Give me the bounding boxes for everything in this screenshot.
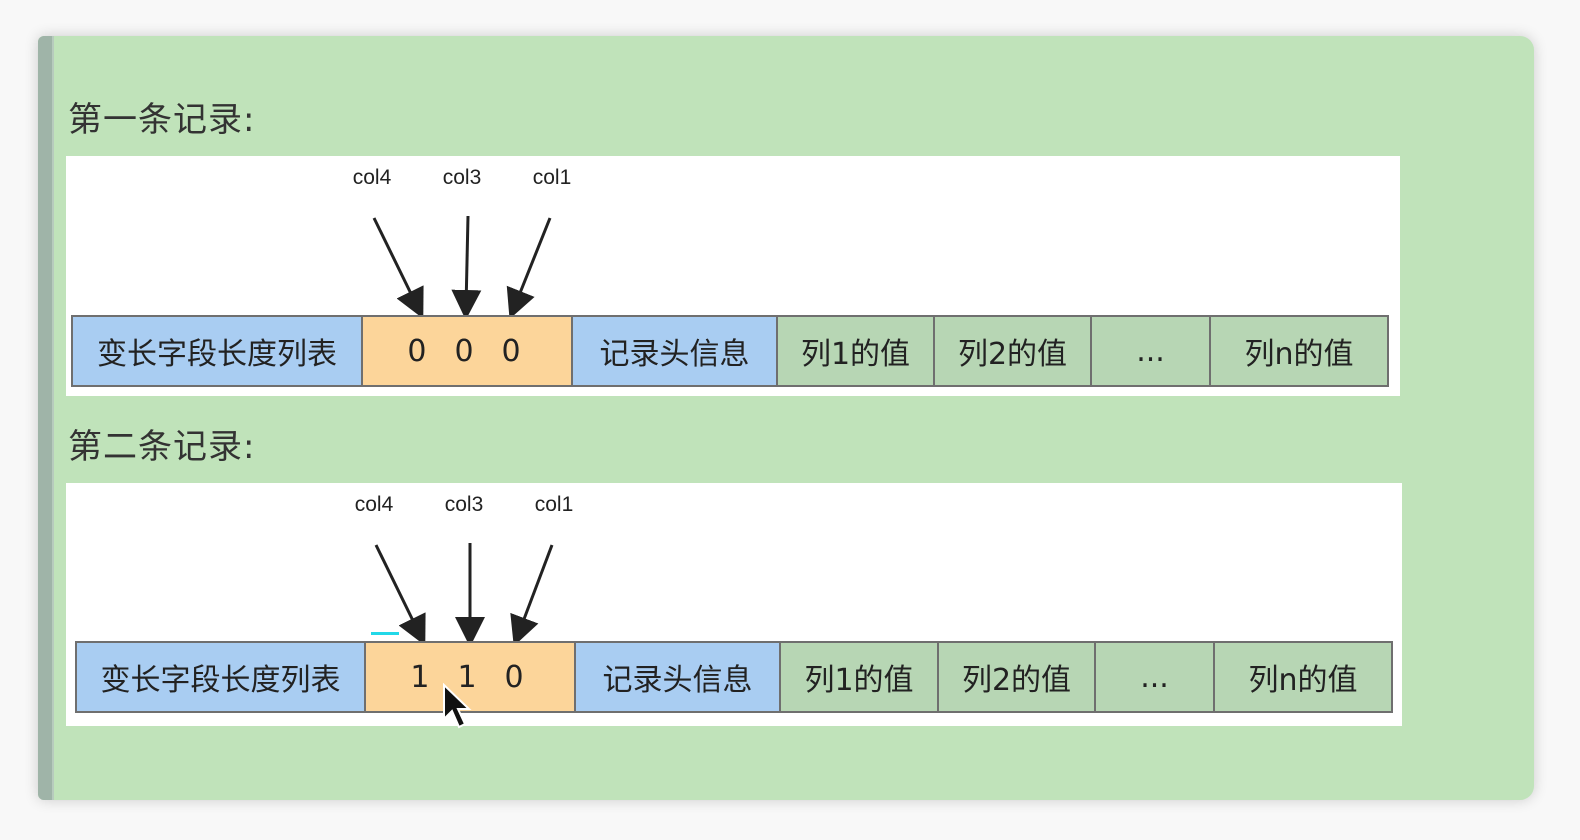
null-flag-col4: 0 — [407, 333, 433, 369]
coln-value-cell: 列n的值 — [1211, 317, 1387, 385]
arrow-col4 — [374, 544, 426, 646]
slide-panel: 第一条记录: col4 col3 col1 变长字段长度列表 0 0 0 记录头… — [38, 36, 1534, 800]
record-header-cell: 记录头信息 — [576, 643, 781, 711]
screenshot-page: 第一条记录: col4 col3 col1 变长字段长度列表 0 0 0 记录头… — [0, 0, 1580, 840]
null-flags-cell: 0 0 0 — [363, 317, 573, 385]
var-length-list-cell: 变长字段长度列表 — [73, 317, 363, 385]
col2-value-cell: 列2的值 — [935, 317, 1092, 385]
var-length-list-cell: 变长字段长度列表 — [77, 643, 366, 711]
ellipsis-cell: ... — [1092, 317, 1211, 385]
arrow-col1 — [506, 217, 552, 320]
coln-value-cell: 列n的值 — [1215, 643, 1391, 711]
col1-value-cell: 列1的值 — [781, 643, 939, 711]
record-header-cell: 记录头信息 — [573, 317, 778, 385]
record-2-row: 变长字段长度列表 1 1 0 记录头信息 列1的值 列2的值 ... 列n的值 — [75, 641, 1393, 713]
record-2-diagram: col4 col3 col1 变长字段长度列表 1 1 0 记录头信息 列1的值… — [66, 483, 1402, 729]
record-1-diagram: col4 col3 col1 变长字段长度列表 0 0 0 记录头信息 列1的值… — [66, 156, 1400, 396]
arrow-col4 — [372, 217, 424, 319]
ellipsis-cell: ... — [1096, 643, 1215, 711]
record-1-heading: 第一条记录: — [68, 100, 256, 140]
null-flag-col1: 0 — [501, 333, 527, 369]
col1-value-cell: 列1的值 — [778, 317, 935, 385]
record-1-row: 变长字段长度列表 0 0 0 记录头信息 列1的值 列2的值 ... 列n的值 — [71, 315, 1389, 387]
mouse-pointer-icon — [443, 683, 472, 729]
cyan-text-cursor-mark — [371, 632, 399, 635]
arrow-col3 — [451, 215, 482, 320]
null-flag-col3: 0 — [454, 333, 480, 369]
null-flag-col4: 1 — [410, 659, 436, 695]
record-2-heading: 第二条记录: — [68, 427, 256, 467]
col2-value-cell: 列2的值 — [939, 643, 1096, 711]
arrow-col1 — [510, 544, 554, 647]
panel-left-edge — [38, 36, 54, 800]
null-flag-col1: 0 — [504, 659, 530, 695]
